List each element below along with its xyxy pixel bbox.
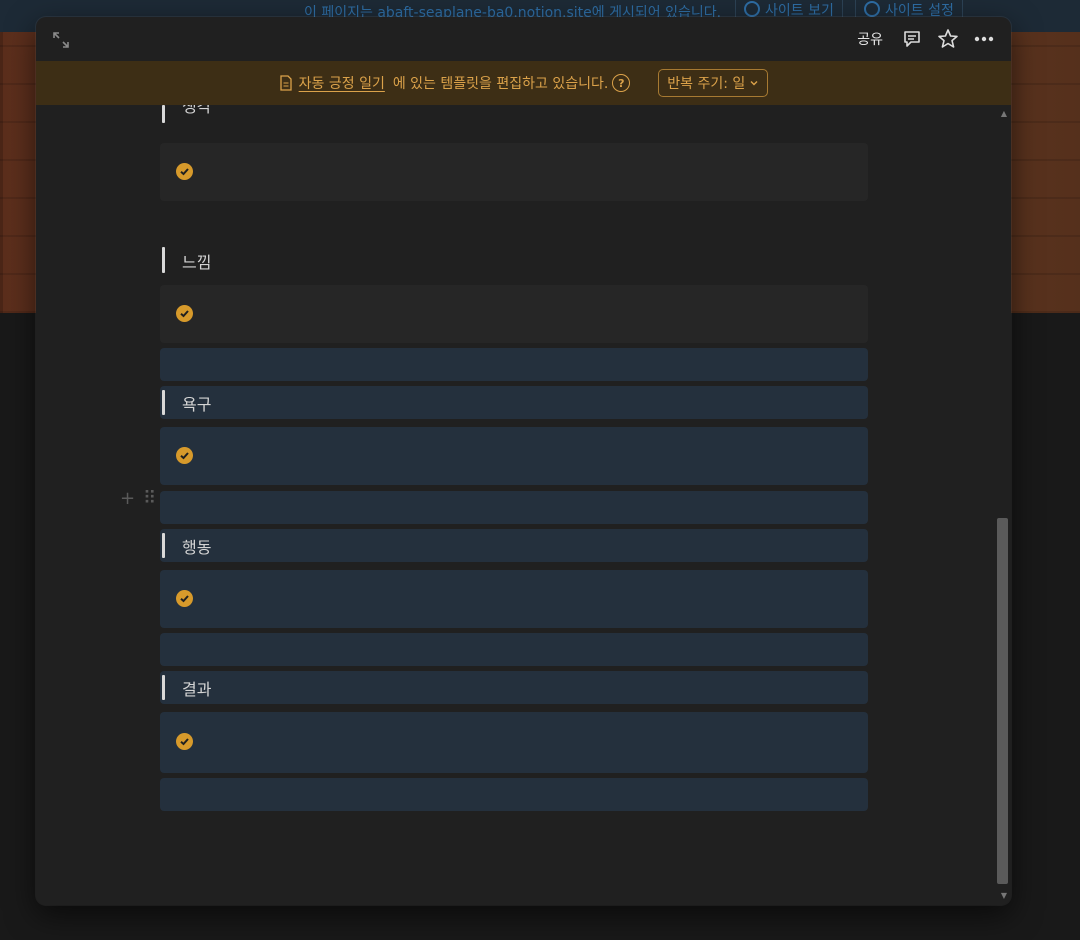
page-modal: 공유 자동 긍정 일기 에 있는 템플릿을 편집하고 있습니다. ? 반복 주기… (36, 17, 1011, 905)
scrollbar-thumb[interactable] (997, 518, 1008, 884)
comment-icon[interactable] (901, 28, 923, 50)
empty-block[interactable] (160, 491, 868, 524)
document-icon (280, 75, 292, 91)
empty-block[interactable] (160, 633, 868, 666)
heading-text: 느낌 (182, 253, 212, 272)
quote-bar (162, 533, 165, 558)
empty-block[interactable] (160, 778, 868, 811)
scroll-down-arrow[interactable]: ▼ (1001, 891, 1007, 900)
page-content: 생각 느낌 욕구 + ⠿ 행동 결과 (36, 105, 1011, 905)
quote-bar (162, 105, 165, 123)
quote-heading[interactable]: 느낌 (160, 243, 868, 277)
checkbox-callout[interactable] (160, 712, 868, 773)
check-circle-icon (176, 163, 193, 180)
check-circle-icon (176, 733, 193, 750)
quote-heading[interactable]: 생각 (160, 105, 868, 131)
help-icon[interactable]: ? (612, 74, 631, 92)
expand-icon[interactable] (52, 31, 70, 49)
block-controls: + ⠿ (120, 488, 156, 509)
repeat-frequency-button[interactable]: 반복 주기: 일 (658, 69, 769, 97)
quote-heading[interactable]: 행동 (160, 529, 868, 562)
share-button[interactable]: 공유 (853, 27, 887, 51)
check-circle-icon (176, 305, 193, 322)
quote-bar (162, 675, 165, 700)
globe-icon (744, 1, 760, 17)
template-name-link[interactable]: 자동 긍정 일기 (299, 73, 385, 93)
quote-bar (162, 247, 165, 273)
quote-bar (162, 390, 165, 415)
check-circle-icon (176, 590, 193, 607)
quote-heading[interactable]: 결과 (160, 671, 868, 704)
template-banner-message: 에 있는 템플릿을 편집하고 있습니다. (392, 76, 609, 92)
star-icon[interactable] (937, 28, 959, 50)
heading-text: 생각 (182, 105, 212, 116)
scroll-up-arrow[interactable]: ▲ (1001, 109, 1007, 118)
checkbox-callout[interactable] (160, 427, 868, 485)
check-circle-icon (176, 447, 193, 464)
empty-block[interactable] (160, 348, 868, 381)
checkbox-callout[interactable] (160, 285, 868, 343)
more-icon[interactable] (973, 28, 995, 50)
template-edit-banner: 자동 긍정 일기 에 있는 템플릿을 편집하고 있습니다. ? 반복 주기: 일 (36, 61, 1011, 105)
heading-text: 행동 (182, 538, 212, 557)
settings-icon (864, 1, 880, 17)
heading-text: 욕구 (182, 395, 212, 414)
checkbox-callout[interactable] (160, 143, 868, 201)
heading-text: 결과 (182, 680, 212, 699)
chevron-down-icon (750, 81, 758, 86)
modal-toolbar: 공유 (36, 17, 1011, 61)
add-block-icon[interactable]: + (120, 488, 135, 509)
drag-handle-icon[interactable]: ⠿ (143, 488, 156, 509)
checkbox-callout[interactable] (160, 570, 868, 628)
quote-heading[interactable]: 욕구 (160, 386, 868, 419)
